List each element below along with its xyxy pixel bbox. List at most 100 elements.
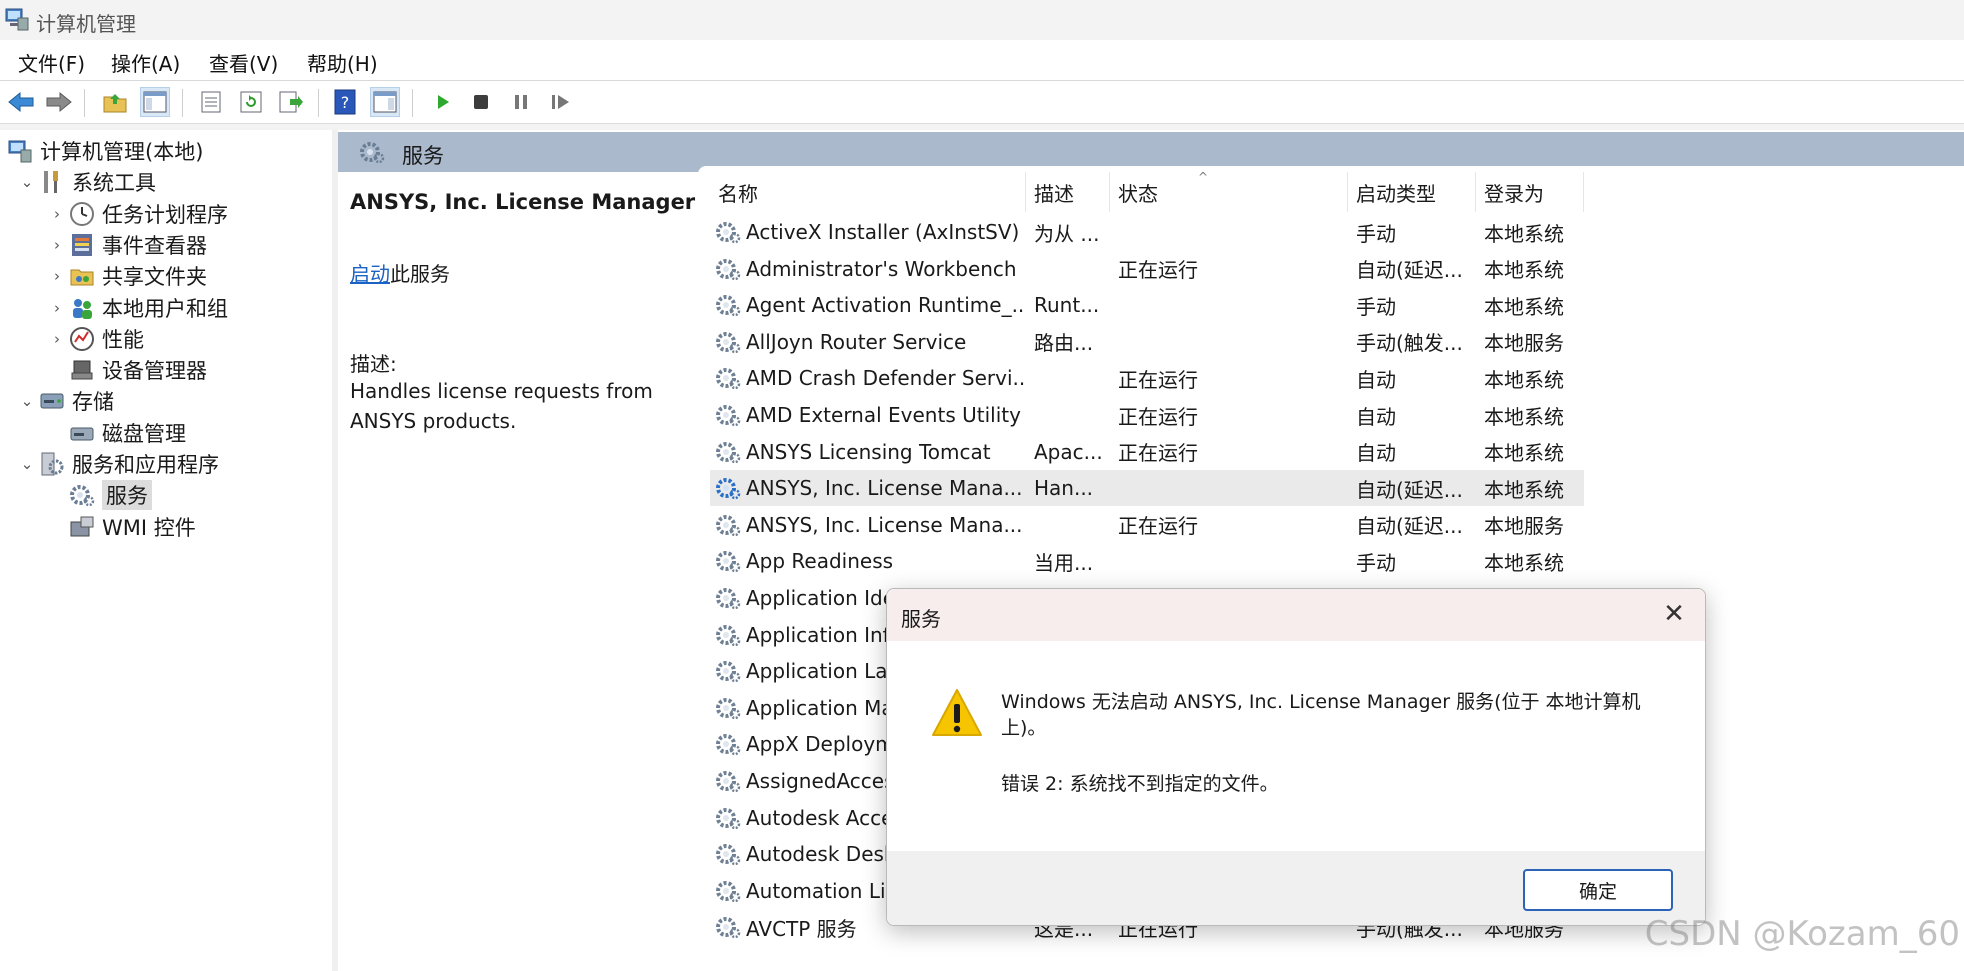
service-logon-as: 本地系统 bbox=[1484, 251, 1584, 287]
service-status bbox=[1118, 287, 1346, 323]
chevron-right-icon[interactable]: › bbox=[46, 236, 68, 254]
toolbar-separator bbox=[84, 89, 85, 117]
service-logon-as-text: 本地服务 bbox=[1484, 514, 1564, 539]
service-logon-as-text: 本地系统 bbox=[1484, 258, 1564, 283]
error-dialog: 服务 ✕ Windows 无法启动 ANSYS, Inc. License Ma… bbox=[886, 588, 1706, 926]
service-name-text: ANSYS Licensing Tomcat bbox=[746, 439, 991, 464]
tree-item[interactable]: 设备管理器 bbox=[46, 355, 207, 385]
start-service-button[interactable] bbox=[428, 87, 458, 117]
menu-file[interactable]: 文件(F) bbox=[18, 48, 85, 77]
console-tree-icon bbox=[143, 91, 167, 113]
gear-icon bbox=[714, 840, 742, 868]
start-service-link[interactable]: 启动 bbox=[350, 262, 390, 286]
refresh-button[interactable] bbox=[236, 87, 266, 117]
refresh-icon bbox=[240, 91, 262, 113]
menu-help[interactable]: 帮助(H) bbox=[307, 48, 378, 77]
selected-service-title: ANSYS, Inc. License Manager bbox=[350, 190, 696, 214]
service-name-text: Agent Activation Runtime_... bbox=[746, 293, 1026, 318]
table-row[interactable]: AMD External Events Utility 正在运行 自动 本地系统 bbox=[710, 397, 1584, 433]
gear-icon bbox=[714, 474, 742, 502]
chevron-right-icon[interactable]: › bbox=[46, 205, 68, 223]
ok-button[interactable]: 确定 bbox=[1523, 869, 1673, 911]
service-logon-as: 本地系统 bbox=[1484, 214, 1584, 250]
menu-action[interactable]: 操作(A) bbox=[111, 48, 180, 77]
properties-button[interactable] bbox=[196, 87, 226, 117]
chevron-right-icon[interactable]: › bbox=[46, 330, 68, 348]
title-bar: 计算机管理 bbox=[0, 0, 1964, 40]
service-startup-type-text: 自动 bbox=[1356, 441, 1396, 466]
tree-item-label: 磁盘管理 bbox=[102, 421, 186, 446]
service-name-text: ANSYS, Inc. License Mana... bbox=[746, 512, 1023, 537]
tree-item-label: 任务计划程序 bbox=[102, 202, 228, 227]
tree-item[interactable]: 服务 bbox=[46, 480, 152, 511]
table-row[interactable]: Agent Activation Runtime_... Runt... 手动 本地系… bbox=[710, 287, 1584, 323]
table-row[interactable]: ANSYS Licensing Tomcat Apac... 正在运行 自动 本地系统 bbox=[710, 434, 1584, 470]
service-name-text: AppX Deploym bbox=[746, 732, 895, 757]
column-header-startup-type[interactable]: 启动类型 bbox=[1348, 172, 1476, 212]
column-header-logon-as[interactable]: 登录为 bbox=[1476, 172, 1584, 212]
service-startup-type-text: 手动 bbox=[1356, 221, 1396, 246]
service-description: Runt... bbox=[1034, 287, 1106, 323]
service-name: ANSYS, Inc. License Mana... bbox=[714, 507, 1026, 543]
table-row[interactable]: ActiveX Installer (AxInstSV) 为从 ... 手动 本地系统 bbox=[710, 214, 1584, 250]
tree-item[interactable]: › 共享文件夹 bbox=[46, 261, 207, 291]
service-description bbox=[1034, 360, 1106, 396]
menu-bar: 文件(F) 操作(A) 查看(V) 帮助(H) bbox=[0, 40, 1964, 81]
show-hide-action-pane-button[interactable] bbox=[370, 87, 400, 117]
toolbar-separator bbox=[318, 89, 319, 117]
gear-icon bbox=[714, 621, 742, 649]
service-name-text: AssignedAcces bbox=[746, 769, 895, 793]
tree-item[interactable]: › 本地用户和组 bbox=[46, 293, 228, 323]
table-row[interactable]: AllJoyn Router Service 路由... 手动(触发... 本地服务 bbox=[710, 324, 1584, 360]
service-name: ANSYS Licensing Tomcat bbox=[714, 434, 1026, 470]
back-button[interactable] bbox=[6, 87, 36, 117]
table-row[interactable]: App Readiness 当用... 手动 本地系统 bbox=[710, 543, 1584, 579]
restart-service-button[interactable] bbox=[546, 87, 576, 117]
service-status: 正在运行 bbox=[1118, 434, 1346, 470]
chevron-down-icon[interactable]: ⌄ bbox=[16, 173, 38, 191]
table-row[interactable]: AMD Crash Defender Servi... 正在运行 自动 本地系统 bbox=[710, 360, 1584, 396]
tree-item-label: 设备管理器 bbox=[102, 359, 207, 384]
table-row[interactable]: ANSYS, Inc. License Mana... 正在运行 自动(延迟... 本… bbox=[710, 507, 1584, 543]
users-icon bbox=[68, 294, 96, 322]
tree-item[interactable]: ⌄ 存储 bbox=[16, 386, 114, 416]
service-status: 正在运行 bbox=[1118, 360, 1346, 396]
column-header-status[interactable]: 状态 bbox=[1110, 172, 1348, 212]
forward-button[interactable] bbox=[44, 87, 74, 117]
service-name: App Readiness bbox=[714, 543, 1026, 579]
tree-item[interactable]: › 任务计划程序 bbox=[46, 199, 228, 229]
service-logon-as: 本地系统 bbox=[1484, 434, 1584, 470]
chevron-right-icon[interactable]: › bbox=[46, 299, 68, 317]
gear-icon bbox=[714, 364, 742, 392]
chevron-down-icon[interactable]: ⌄ bbox=[16, 392, 38, 410]
tree-item-label: 性能 bbox=[102, 327, 144, 352]
service-name: Administrator's Workbench bbox=[714, 251, 1026, 287]
menu-view[interactable]: 查看(V) bbox=[209, 48, 278, 77]
action-pane-icon bbox=[373, 91, 397, 113]
stop-service-button[interactable] bbox=[466, 87, 496, 117]
wmi-icon bbox=[68, 513, 96, 541]
tree-item[interactable]: 磁盘管理 bbox=[46, 418, 186, 448]
export-list-button[interactable] bbox=[276, 87, 306, 117]
chevron-down-icon[interactable]: ⌄ bbox=[16, 455, 38, 473]
table-row[interactable]: Administrator's Workbench 正在运行 自动(延迟... 本地系… bbox=[710, 251, 1584, 287]
tree-item[interactable]: WMI 控件 bbox=[46, 512, 196, 542]
close-icon[interactable]: ✕ bbox=[1659, 599, 1689, 629]
column-header-name[interactable]: 名称 bbox=[710, 172, 1026, 212]
tree-item[interactable]: ⌄ 服务和应用程序 bbox=[16, 449, 219, 479]
tree-item[interactable]: ⌄ 系统工具 bbox=[16, 167, 156, 197]
pause-service-button[interactable] bbox=[506, 87, 536, 117]
service-status bbox=[1118, 324, 1346, 360]
table-row[interactable]: ANSYS, Inc. License Mana... Han... 自动(延迟..… bbox=[710, 470, 1584, 507]
service-name-text: App Readiness bbox=[746, 549, 894, 574]
up-folder-button[interactable] bbox=[100, 87, 130, 117]
help-button[interactable]: ? bbox=[330, 87, 360, 117]
service-name-text: Autodesk Desk bbox=[746, 842, 896, 867]
tree-item[interactable]: 计算机管理(本地) bbox=[6, 136, 203, 166]
column-header-description[interactable]: 描述 bbox=[1026, 172, 1110, 212]
show-hide-tree-button[interactable] bbox=[140, 87, 170, 117]
chevron-right-icon[interactable]: › bbox=[46, 267, 68, 285]
service-logon-as-text: 本地系统 bbox=[1484, 477, 1564, 502]
tree-item[interactable]: › 事件查看器 bbox=[46, 230, 207, 260]
tree-item[interactable]: › 性能 bbox=[46, 324, 144, 354]
